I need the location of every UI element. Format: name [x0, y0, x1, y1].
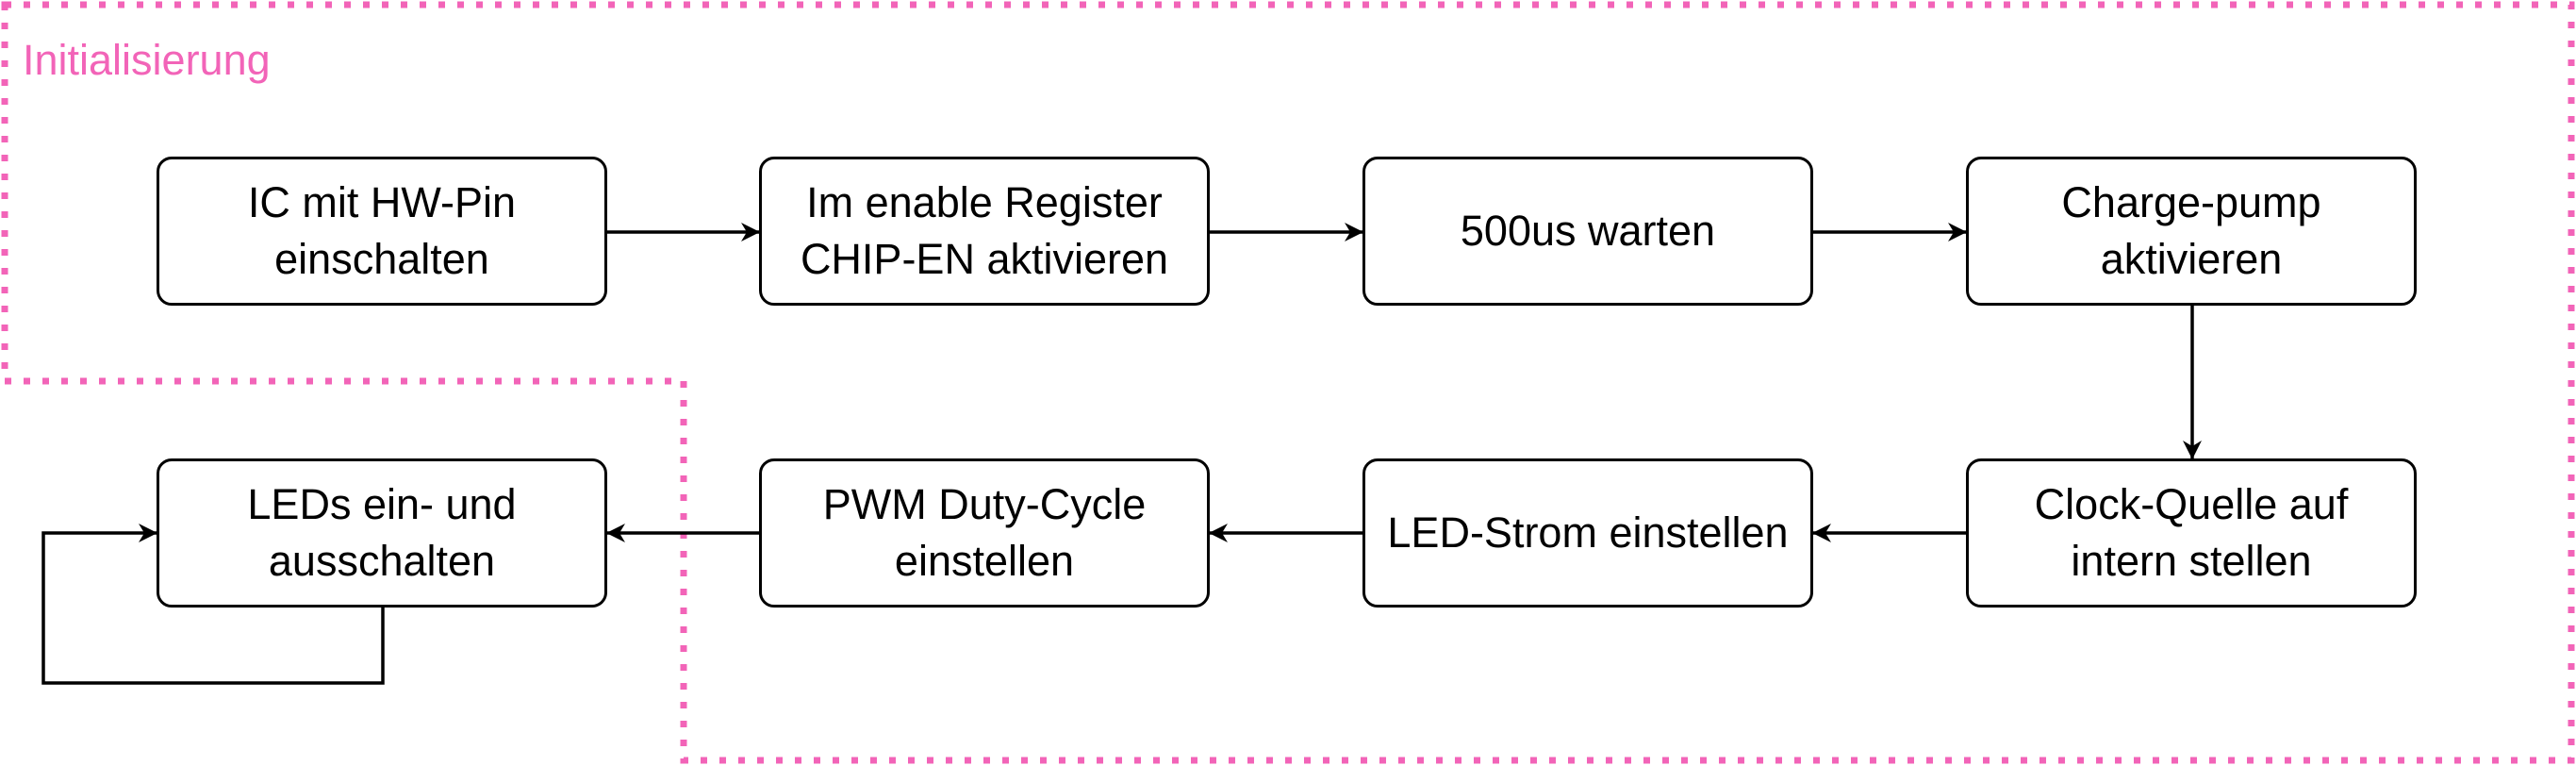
node-label-line: IC mit HW-Pin [247, 178, 517, 226]
node-label: PWM Duty-Cycle einstellen [823, 476, 1147, 590]
node-label-line: Clock-Quelle auf [2034, 480, 2349, 528]
step-ic-hw-pin-einschalten[interactable]: IC mit HW-Pin einschalten [157, 157, 607, 306]
node-label-line: LED-Strom einstellen [1387, 508, 1789, 557]
step-500us-warten[interactable]: 500us warten [1362, 157, 1813, 306]
initialization-group-border [1, 1, 2575, 764]
node-label-line: PWM Duty-Cycle [822, 480, 1147, 528]
node-label: IC mit HW-Pin einschalten [248, 175, 516, 288]
node-label: LED-Strom einstellen [1387, 505, 1788, 561]
node-label: LEDs ein- und ausschalten [247, 476, 516, 590]
node-label-line: Im enable Register [806, 178, 1163, 226]
node-label: Charge-pump aktivieren [2061, 175, 2320, 288]
node-label-line: einschalten [274, 235, 489, 283]
node-label: Clock-Quelle auf intern stellen [2035, 476, 2349, 590]
step-pwm-duty-cycle-einstellen[interactable]: PWM Duty-Cycle einstellen [759, 458, 1210, 608]
flowchart-canvas [1, 1, 2575, 764]
node-label: 500us warten [1461, 203, 1715, 259]
step-leds-ein-ausschalten[interactable]: LEDs ein- und ausschalten [157, 458, 607, 608]
group-label: Initialisierung [23, 36, 271, 84]
node-label-line: CHIP-EN aktivieren [800, 235, 1169, 283]
node-label-line: intern stellen [2071, 537, 2312, 585]
step-charge-pump-aktivieren[interactable]: Charge-pump aktivieren [1966, 157, 2417, 306]
step-clock-quelle-intern[interactable]: Clock-Quelle auf intern stellen [1966, 458, 2417, 608]
node-label-line: einstellen [894, 537, 1075, 585]
node-label-line: LEDs ein- und [247, 480, 517, 528]
node-label-line: aktivieren [2100, 235, 2283, 283]
step-chip-en-aktivieren[interactable]: Im enable Register CHIP-EN aktivieren [759, 157, 1210, 306]
node-label-line: 500us warten [1460, 207, 1716, 255]
node-label-line: ausschalten [268, 537, 496, 585]
node-label-line: Charge-pump [2061, 178, 2321, 226]
node-label: Im enable Register CHIP-EN aktivieren [801, 175, 1168, 288]
step-led-strom-einstellen[interactable]: LED-Strom einstellen [1362, 458, 1813, 608]
